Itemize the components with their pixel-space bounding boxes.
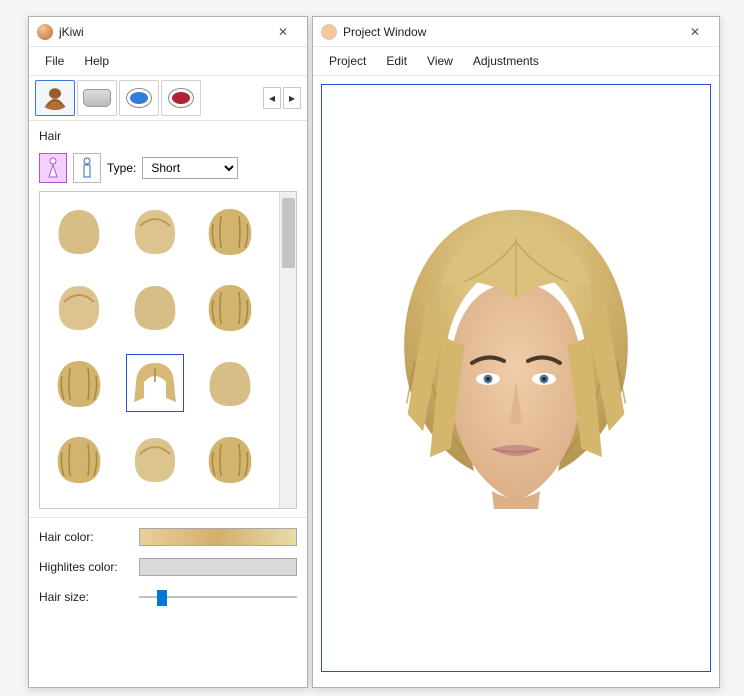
toolbar-nav: ◂ ▸ [263, 87, 301, 109]
app-icon [37, 24, 53, 40]
titlebar[interactable]: Project Window ✕ [313, 17, 719, 47]
hair-thumb[interactable] [126, 202, 184, 260]
toolbar: ◂ ▸ [29, 76, 307, 121]
hair-type-select[interactable]: Short [142, 157, 238, 179]
menu-edit[interactable]: Edit [378, 51, 415, 71]
highlights-label: Highlites color: [39, 560, 131, 574]
menu-project[interactable]: Project [321, 51, 374, 71]
window-title: jKiwi [59, 25, 267, 39]
project-icon [321, 24, 337, 40]
gender-female-button[interactable] [39, 153, 67, 183]
highlights-swatch[interactable] [139, 558, 297, 576]
female-icon [45, 157, 61, 179]
hair-color-label: Hair color: [39, 530, 131, 544]
hair-controls: Hair color: Highlites color: Hair size: [29, 517, 307, 616]
tool-hair[interactable] [35, 80, 75, 116]
type-row: Type: Short [29, 147, 307, 191]
close-button[interactable]: ✕ [267, 21, 299, 43]
menu-help[interactable]: Help [76, 51, 117, 71]
hairbun-icon [40, 84, 70, 112]
menu-view[interactable]: View [419, 51, 461, 71]
hair-gallery-grid [40, 192, 279, 508]
tool-eyeshadow[interactable] [119, 80, 159, 116]
tool-blush[interactable] [161, 80, 201, 116]
model-preview [386, 213, 646, 553]
hair-gallery [39, 191, 297, 509]
tool-container[interactable] [77, 80, 117, 116]
hair-thumb[interactable] [201, 278, 259, 336]
project-window: Project Window ✕ Project Edit View Adjus… [312, 16, 720, 688]
hair-type-dropdown[interactable]: Short [142, 157, 238, 179]
hair-thumb[interactable] [126, 278, 184, 336]
type-label: Type: [107, 161, 136, 175]
hair-thumb[interactable] [126, 430, 184, 488]
menu-adjustments[interactable]: Adjustments [465, 51, 547, 71]
jkiwi-window: jKiwi ✕ File Help ◂ ▸ Hair [28, 16, 308, 688]
jar-icon [83, 89, 111, 107]
hair-thumb[interactable] [201, 430, 259, 488]
menu-file[interactable]: File [37, 51, 72, 71]
hair-size-label: Hair size: [39, 590, 131, 604]
preview-canvas[interactable] [321, 84, 711, 672]
hair-thumb[interactable] [50, 202, 108, 260]
titlebar[interactable]: jKiwi ✕ [29, 17, 307, 47]
hair-color-swatch[interactable] [139, 528, 297, 546]
compact-blue-icon [126, 88, 152, 108]
hair-thumb[interactable] [201, 202, 259, 260]
compact-red-icon [168, 88, 194, 108]
hair-thumb[interactable] [50, 278, 108, 336]
gender-male-button[interactable] [73, 153, 101, 183]
scrollbar-thumb[interactable] [282, 198, 295, 268]
close-button[interactable]: ✕ [679, 21, 711, 43]
hair-thumb[interactable] [50, 430, 108, 488]
toolbar-prev-button[interactable]: ◂ [263, 87, 281, 109]
gallery-scrollbar[interactable] [279, 192, 296, 508]
hair-thumb[interactable] [201, 354, 259, 412]
male-icon [79, 157, 95, 179]
hair-thumb[interactable] [50, 354, 108, 412]
menubar: Project Edit View Adjustments [313, 47, 719, 76]
menubar: File Help [29, 47, 307, 76]
slider-handle[interactable] [157, 590, 167, 606]
toolbar-next-button[interactable]: ▸ [283, 87, 301, 109]
section-title: Hair [29, 121, 307, 147]
hair-thumb[interactable] [126, 354, 184, 412]
hair-size-slider[interactable] [139, 588, 297, 606]
window-title: Project Window [343, 25, 679, 39]
